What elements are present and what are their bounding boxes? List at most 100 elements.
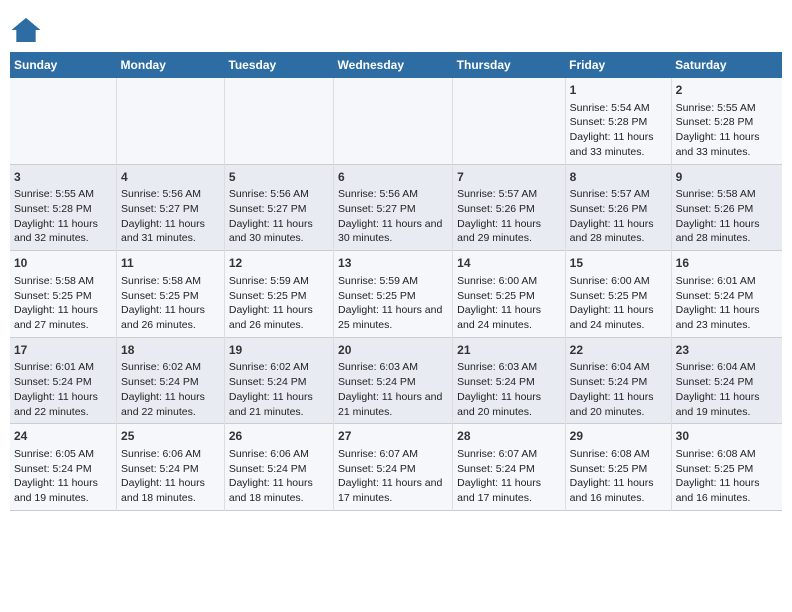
day-info: Sunrise: 6:03 AM Sunset: 5:24 PM Dayligh… [457, 360, 560, 419]
calendar-cell: 2 Sunrise: 5:55 AM Sunset: 5:28 PM Daylig… [671, 78, 782, 164]
calendar-week-row: 10 Sunrise: 5:58 AM Sunset: 5:25 PM Dayli… [10, 251, 782, 338]
day-number: 9 [676, 169, 778, 186]
day-info: Sunrise: 6:02 AM Sunset: 5:24 PM Dayligh… [229, 360, 329, 419]
logo-icon [10, 14, 42, 46]
col-header-thursday: Thursday [453, 52, 565, 78]
day-info: Sunrise: 5:55 AM Sunset: 5:28 PM Dayligh… [676, 101, 778, 160]
day-info: Sunrise: 6:02 AM Sunset: 5:24 PM Dayligh… [121, 360, 220, 419]
day-number: 27 [338, 428, 448, 445]
calendar-cell: 14 Sunrise: 6:00 AM Sunset: 5:25 PM Dayli… [453, 251, 565, 338]
day-info: Sunrise: 6:05 AM Sunset: 5:24 PM Dayligh… [14, 447, 112, 506]
day-number: 13 [338, 255, 448, 272]
day-number: 15 [570, 255, 667, 272]
day-number: 16 [676, 255, 778, 272]
day-number: 25 [121, 428, 220, 445]
day-info: Sunrise: 5:57 AM Sunset: 5:26 PM Dayligh… [570, 187, 667, 246]
calendar-cell: 8Sunrise: 5:57 AM Sunset: 5:26 PM Daylig… [565, 164, 671, 251]
day-number: 10 [14, 255, 112, 272]
calendar-cell: 26 Sunrise: 6:06 AM Sunset: 5:24 PM Dayli… [224, 424, 333, 511]
calendar-week-row: 17Sunrise: 6:01 AM Sunset: 5:24 PM Dayli… [10, 337, 782, 424]
day-number: 28 [457, 428, 560, 445]
day-number: 17 [14, 342, 112, 359]
day-number: 11 [121, 255, 220, 272]
calendar-cell: 30 Sunrise: 6:08 AM Sunset: 5:25 PM Dayli… [671, 424, 782, 511]
calendar-cell: 4Sunrise: 5:56 AM Sunset: 5:27 PM Daylig… [117, 164, 225, 251]
day-info: Sunrise: 6:07 AM Sunset: 5:24 PM Dayligh… [338, 447, 448, 506]
calendar-cell: 1 Sunrise: 5:54 AM Sunset: 5:28 PM Daylig… [565, 78, 671, 164]
col-header-monday: Monday [117, 52, 225, 78]
day-number: 30 [676, 428, 778, 445]
day-info: Sunrise: 6:00 AM Sunset: 5:25 PM Dayligh… [570, 274, 667, 333]
calendar-cell: 25 Sunrise: 6:06 AM Sunset: 5:24 PM Dayli… [117, 424, 225, 511]
calendar-cell: 10 Sunrise: 5:58 AM Sunset: 5:25 PM Dayli… [10, 251, 117, 338]
day-number: 26 [229, 428, 329, 445]
day-number: 29 [570, 428, 667, 445]
calendar-week-row: 3Sunrise: 5:55 AM Sunset: 5:28 PM Daylig… [10, 164, 782, 251]
calendar-cell: 12 Sunrise: 5:59 AM Sunset: 5:25 PM Dayli… [224, 251, 333, 338]
calendar-cell [334, 78, 453, 164]
day-number: 8 [570, 169, 667, 186]
calendar-cell: 22Sunrise: 6:04 AM Sunset: 5:24 PM Dayli… [565, 337, 671, 424]
calendar-cell [117, 78, 225, 164]
calendar-cell [224, 78, 333, 164]
day-number: 14 [457, 255, 560, 272]
day-number: 12 [229, 255, 329, 272]
day-info: Sunrise: 6:06 AM Sunset: 5:24 PM Dayligh… [229, 447, 329, 506]
day-info: Sunrise: 5:59 AM Sunset: 5:25 PM Dayligh… [229, 274, 329, 333]
calendar-cell [10, 78, 117, 164]
calendar-cell: 19Sunrise: 6:02 AM Sunset: 5:24 PM Dayli… [224, 337, 333, 424]
day-info: Sunrise: 6:03 AM Sunset: 5:24 PM Dayligh… [338, 360, 448, 419]
day-info: Sunrise: 6:08 AM Sunset: 5:25 PM Dayligh… [570, 447, 667, 506]
day-info: Sunrise: 5:56 AM Sunset: 5:27 PM Dayligh… [229, 187, 329, 246]
calendar-cell: 6Sunrise: 5:56 AM Sunset: 5:27 PM Daylig… [334, 164, 453, 251]
calendar-cell: 28Sunrise: 6:07 AM Sunset: 5:24 PM Dayli… [453, 424, 565, 511]
day-number: 2 [676, 82, 778, 99]
day-number: 7 [457, 169, 560, 186]
calendar-cell: 29 Sunrise: 6:08 AM Sunset: 5:25 PM Dayli… [565, 424, 671, 511]
day-info: Sunrise: 6:01 AM Sunset: 5:24 PM Dayligh… [14, 360, 112, 419]
calendar-cell: 13Sunrise: 5:59 AM Sunset: 5:25 PM Dayli… [334, 251, 453, 338]
day-info: Sunrise: 6:04 AM Sunset: 5:24 PM Dayligh… [570, 360, 667, 419]
day-number: 6 [338, 169, 448, 186]
day-info: Sunrise: 5:58 AM Sunset: 5:26 PM Dayligh… [676, 187, 778, 246]
day-info: Sunrise: 5:54 AM Sunset: 5:28 PM Dayligh… [570, 101, 667, 160]
calendar-cell: 3Sunrise: 5:55 AM Sunset: 5:28 PM Daylig… [10, 164, 117, 251]
col-header-saturday: Saturday [671, 52, 782, 78]
calendar-cell: 9Sunrise: 5:58 AM Sunset: 5:26 PM Daylig… [671, 164, 782, 251]
day-info: Sunrise: 5:55 AM Sunset: 5:28 PM Dayligh… [14, 187, 112, 246]
day-info: Sunrise: 6:04 AM Sunset: 5:24 PM Dayligh… [676, 360, 778, 419]
col-header-wednesday: Wednesday [334, 52, 453, 78]
day-info: Sunrise: 6:00 AM Sunset: 5:25 PM Dayligh… [457, 274, 560, 333]
day-info: Sunrise: 5:56 AM Sunset: 5:27 PM Dayligh… [121, 187, 220, 246]
calendar-header: SundayMondayTuesdayWednesdayThursdayFrid… [10, 52, 782, 78]
day-number: 4 [121, 169, 220, 186]
logo [10, 10, 44, 46]
calendar-cell: 23Sunrise: 6:04 AM Sunset: 5:24 PM Dayli… [671, 337, 782, 424]
page-header [10, 10, 782, 46]
col-header-tuesday: Tuesday [224, 52, 333, 78]
calendar-cell [453, 78, 565, 164]
day-info: Sunrise: 6:08 AM Sunset: 5:25 PM Dayligh… [676, 447, 778, 506]
day-number: 3 [14, 169, 112, 186]
day-info: Sunrise: 6:06 AM Sunset: 5:24 PM Dayligh… [121, 447, 220, 506]
day-number: 24 [14, 428, 112, 445]
day-info: Sunrise: 5:58 AM Sunset: 5:25 PM Dayligh… [121, 274, 220, 333]
calendar-cell: 7Sunrise: 5:57 AM Sunset: 5:26 PM Daylig… [453, 164, 565, 251]
day-number: 21 [457, 342, 560, 359]
calendar-cell: 21Sunrise: 6:03 AM Sunset: 5:24 PM Dayli… [453, 337, 565, 424]
calendar-cell: 20Sunrise: 6:03 AM Sunset: 5:24 PM Dayli… [334, 337, 453, 424]
col-header-friday: Friday [565, 52, 671, 78]
calendar-cell: 17Sunrise: 6:01 AM Sunset: 5:24 PM Dayli… [10, 337, 117, 424]
calendar-week-row: 1 Sunrise: 5:54 AM Sunset: 5:28 PM Daylig… [10, 78, 782, 164]
day-info: Sunrise: 5:57 AM Sunset: 5:26 PM Dayligh… [457, 187, 560, 246]
calendar-body: 1 Sunrise: 5:54 AM Sunset: 5:28 PM Daylig… [10, 78, 782, 510]
calendar-cell: 5Sunrise: 5:56 AM Sunset: 5:27 PM Daylig… [224, 164, 333, 251]
day-info: Sunrise: 6:01 AM Sunset: 5:24 PM Dayligh… [676, 274, 778, 333]
day-info: Sunrise: 5:58 AM Sunset: 5:25 PM Dayligh… [14, 274, 112, 333]
day-header-row: SundayMondayTuesdayWednesdayThursdayFrid… [10, 52, 782, 78]
day-info: Sunrise: 5:56 AM Sunset: 5:27 PM Dayligh… [338, 187, 448, 246]
calendar-cell: 27 Sunrise: 6:07 AM Sunset: 5:24 PM Dayli… [334, 424, 453, 511]
calendar-cell: 15 Sunrise: 6:00 AM Sunset: 5:25 PM Dayli… [565, 251, 671, 338]
day-number: 1 [570, 82, 667, 99]
day-number: 18 [121, 342, 220, 359]
